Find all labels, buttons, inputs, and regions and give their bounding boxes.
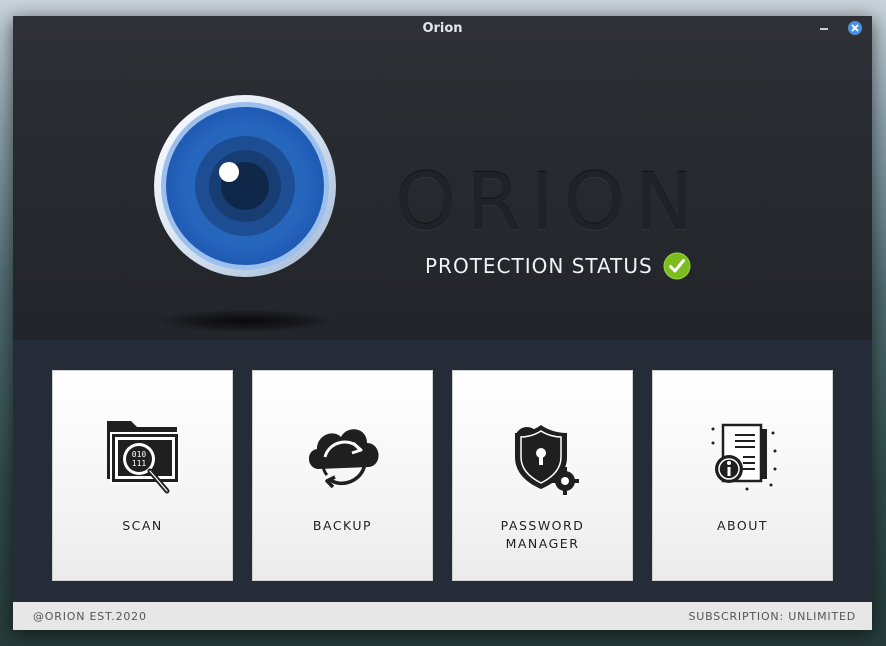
hero-banner: ORION PROTECTION STATUS [13, 40, 872, 340]
tile-label: SCAN [122, 518, 163, 533]
tile-label: BACKUP [312, 518, 373, 533]
feature-tiles: 010 111 SCAN BACKUP PASSWORD MANAGER ABO… [13, 340, 872, 602]
copyright-text: @ORION EST.2020 [33, 609, 147, 623]
folder-scan-icon: 010 111 [106, 421, 180, 494]
app-window: Orion ORION PROTECTION STATUS 010 111 SC… [13, 16, 872, 630]
cloud-sync-icon [308, 429, 379, 489]
document-info-icon [711, 423, 776, 491]
tile-label: PASSWORD MANAGER [500, 518, 585, 551]
window-title: Orion [422, 20, 463, 36]
svg-text:010: 010 [131, 450, 146, 459]
svg-text:111: 111 [131, 459, 146, 468]
status-label: PROTECTION STATUS [425, 254, 653, 278]
check-circle-icon [663, 252, 691, 280]
minimize-icon[interactable] [818, 22, 830, 34]
title-bar[interactable]: Orion [13, 16, 872, 40]
status-footer: @ORION EST.2020 SUBSCRIPTION: UNLIMITED [13, 602, 872, 630]
shield-lock-icon [514, 425, 579, 495]
close-icon[interactable] [848, 21, 862, 35]
subscription-status: SUBSCRIPTION: UNLIMITED [688, 609, 856, 623]
eye-lens-logo [154, 95, 336, 277]
tile-label: ABOUT [716, 518, 769, 533]
scan-tile[interactable]: 010 111 SCAN [52, 370, 233, 581]
logo-shadow [161, 310, 331, 332]
protection-status: PROTECTION STATUS [425, 252, 691, 280]
brand-name: ORION [395, 158, 704, 248]
backup-tile[interactable]: BACKUP [252, 370, 433, 581]
about-tile[interactable]: ABOUT [652, 370, 833, 581]
password-manager-tile[interactable]: PASSWORD MANAGER [452, 370, 633, 581]
